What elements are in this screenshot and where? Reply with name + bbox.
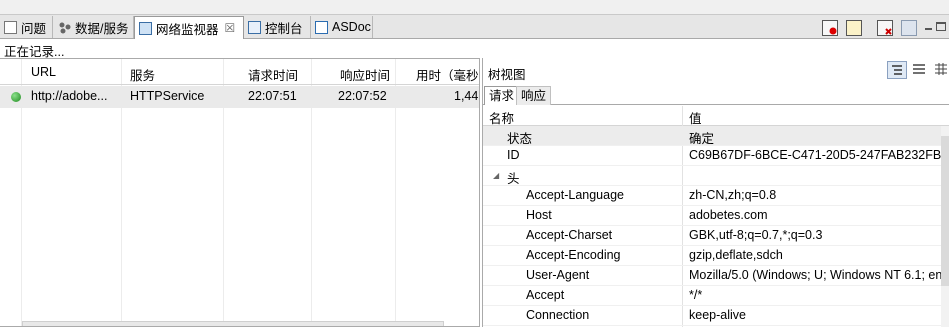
tree-row[interactable]: Connection keep-alive xyxy=(483,306,943,326)
tab-asdoc[interactable]: ASDoc xyxy=(311,16,373,38)
tree-row-name: User-Agent xyxy=(526,268,590,282)
tab-label: 问题 xyxy=(21,21,47,36)
tab-problems[interactable]: 问题 xyxy=(0,16,53,38)
horizontal-scrollbar[interactable] xyxy=(22,321,444,326)
problems-icon xyxy=(4,20,17,34)
stop-recording-icon[interactable] xyxy=(822,20,838,36)
column-header-request-time[interactable]: 请求时间 xyxy=(248,65,298,84)
tree-row-value: adobetes.com xyxy=(689,208,768,222)
tree-row-value: Mozilla/5.0 (Windows; U; Windows NT 6.1;… xyxy=(689,268,943,282)
column-header-duration[interactable]: 用时（毫秒 xyxy=(416,65,479,84)
row-duration: 1,44 xyxy=(454,89,479,103)
tree-row-name: 状态 xyxy=(507,132,533,146)
view-tab-bar: 问题 数据/服务 网络监视器 ☒ 控制台 ASDoc xyxy=(0,14,949,39)
request-response-tabs: 请求 响应 xyxy=(483,84,949,105)
detail-panel: 树视图 请求 响应 名称 值 状态 确定 ID C69B67DF-6BCE-C471-… xyxy=(482,58,949,327)
raw-view-icon[interactable] xyxy=(910,61,930,79)
tree-row-value: GBK,utf-8;q=0.7,*;q=0.3 xyxy=(689,228,823,242)
tree-row-name: 头 xyxy=(507,172,520,186)
close-icon[interactable]: ☒ xyxy=(225,21,236,35)
tree-row-name: Host xyxy=(526,208,552,222)
tab-request[interactable]: 请求 xyxy=(484,86,520,105)
tree-row[interactable]: Accept-Language zh-CN,zh;q=0.8 xyxy=(483,186,943,206)
tree-row-name: Connection xyxy=(526,308,590,322)
tab-label: ASDoc xyxy=(332,20,371,34)
tree-row-value: zh-CN,zh;q=0.8 xyxy=(689,188,777,202)
tree-row[interactable]: Accept-Encoding gzip,deflate,sdch xyxy=(483,246,943,266)
request-list: URL 服务 请求时间 响应时间 用时（毫秒 http://adobe... H… xyxy=(0,58,480,327)
tree-row-value: 确定 xyxy=(689,132,715,146)
tree-row-name: ID xyxy=(507,148,520,162)
expand-icon[interactable]: ◢ xyxy=(493,171,499,180)
row-request-time: 22:07:51 xyxy=(248,89,297,103)
tree-row-name: Accept xyxy=(526,288,565,302)
status-ok-icon xyxy=(11,92,21,102)
row-url: http://adobe... xyxy=(31,89,108,103)
tree-header: 名称 值 xyxy=(483,106,949,126)
tree-row-value: */* xyxy=(689,288,703,302)
tab-network-monitor[interactable]: 网络监视器 ☒ xyxy=(134,16,244,39)
tree-row[interactable]: Accept-Charset GBK,utf-8;q=0.7,*;q=0.3 xyxy=(483,226,943,246)
window-top-strip xyxy=(0,0,949,14)
tree-row[interactable]: ID C69B67DF-6BCE-C471-20D5-247FAB232FB3 xyxy=(483,146,948,166)
column-header-service[interactable]: 服务 xyxy=(130,65,155,84)
save-icon[interactable] xyxy=(901,20,917,36)
tree-row-name: Accept-Encoding xyxy=(526,248,621,262)
list-header: URL 服务 请求时间 响应时间 用时（毫秒 xyxy=(0,59,479,85)
tree-row[interactable]: Accept */* xyxy=(483,286,943,306)
grid-view-icon[interactable] xyxy=(933,61,949,79)
tree-row-value: C69B67DF-6BCE-C471-20D5-247FAB232FB3 xyxy=(689,148,949,162)
tree-row-value: gzip,deflate,sdch xyxy=(689,248,783,262)
column-header-name[interactable]: 名称 xyxy=(489,108,514,127)
console-icon xyxy=(248,20,261,34)
asdoc-icon xyxy=(315,20,328,34)
row-service: HTTPService xyxy=(130,89,205,103)
tab-data-services[interactable]: 数据/服务 xyxy=(54,16,134,38)
maximize-icon[interactable] xyxy=(936,22,946,31)
clear-entries-icon[interactable] xyxy=(877,20,893,36)
suspend-monitoring-icon[interactable] xyxy=(846,20,862,36)
column-header-response-time[interactable]: 响应时间 xyxy=(340,65,390,84)
tab-label: 控制台 xyxy=(265,21,303,36)
column-header-url[interactable]: URL xyxy=(31,65,56,79)
tree-row[interactable]: 状态 确定 xyxy=(483,126,943,146)
tree-row[interactable]: ◢ 头 xyxy=(483,166,943,186)
tab-label: 网络监视器 xyxy=(156,22,219,37)
tree-row[interactable]: Host adobetes.com xyxy=(483,206,943,226)
network-monitor-icon xyxy=(139,21,152,35)
tree-row[interactable]: User-Agent Mozilla/5.0 (Windows; U; Windo… xyxy=(483,266,943,286)
tree-row-value: keep-alive xyxy=(689,308,746,322)
scrollbar-thumb[interactable] xyxy=(941,136,949,286)
minimize-icon[interactable] xyxy=(925,28,932,30)
column-header-value[interactable]: 值 xyxy=(689,108,702,127)
tree-row-name: Accept-Language xyxy=(526,188,624,202)
row-response-time: 22:07:52 xyxy=(338,89,387,103)
tab-console[interactable]: 控制台 xyxy=(244,16,311,38)
tab-label: 数据/服务 xyxy=(75,21,129,36)
tab-response[interactable]: 响应 xyxy=(516,86,552,105)
data-services-icon xyxy=(58,21,71,34)
panel-title: 树视图 xyxy=(488,68,526,82)
tree-view-icon[interactable] xyxy=(887,61,907,79)
tree-row-name: Accept-Charset xyxy=(526,228,613,242)
